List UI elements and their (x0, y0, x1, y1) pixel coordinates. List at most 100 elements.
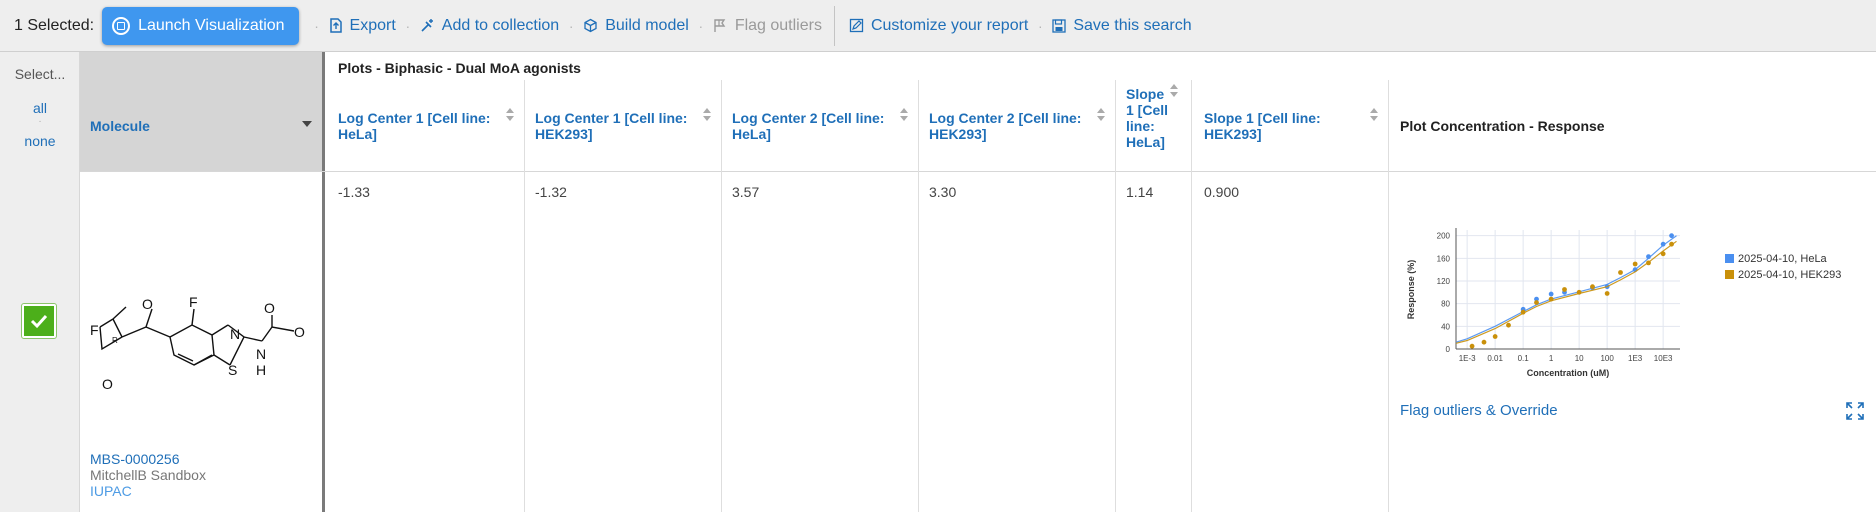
visualization-icon (112, 16, 131, 35)
add-collection-icon (421, 19, 433, 32)
atom-label: S (228, 362, 237, 378)
cube-icon (584, 18, 597, 33)
data-point[interactable] (1506, 322, 1511, 328)
legend-label[interactable]: 2025-04-10, HEK293 (1738, 269, 1841, 281)
column-divider (1388, 80, 1389, 512)
export-button[interactable]: Export (323, 17, 402, 35)
toolbar-divider (833, 5, 835, 46)
molecule-id-link[interactable]: MBS-0000256 (90, 451, 180, 467)
cell-slope-1-hela: 1.14 (1126, 184, 1154, 200)
column-divider (1115, 80, 1116, 512)
sort-icon[interactable] (703, 108, 713, 122)
data-point[interactable] (1548, 296, 1554, 302)
customize-report-label: Customize your report (870, 16, 1029, 34)
molecule-column-header[interactable]: Molecule (80, 52, 324, 172)
legend-swatch (1725, 270, 1734, 279)
data-point[interactable] (1618, 270, 1623, 275)
data-point[interactable] (1669, 233, 1674, 239)
select-column: Select... all · none (0, 52, 80, 512)
select-all-link[interactable]: all (0, 100, 80, 116)
select-none-link[interactable]: none (0, 133, 80, 149)
column-header-log-center-1-hek293[interactable]: Log Center 1 [Cell line: HEK293] (535, 110, 705, 142)
sort-icon[interactable] (900, 108, 910, 122)
x-tick-label: 0.01 (1487, 354, 1503, 363)
customize-report-button[interactable]: Customize your report (843, 17, 1034, 35)
data-point[interactable] (1632, 261, 1638, 267)
y-tick-label: 200 (1437, 232, 1451, 241)
column-header-log-center-2-hek293[interactable]: Log Center 2 [Cell line: HEK293] (929, 110, 1099, 142)
data-point[interactable] (1534, 300, 1539, 305)
data-point[interactable] (1604, 291, 1610, 296)
y-tick-label: 80 (1441, 300, 1450, 309)
iupac-link[interactable]: IUPAC (90, 483, 132, 499)
data-point[interactable] (1646, 254, 1651, 260)
column-header-log-center-1-hela[interactable]: Log Center 1 [Cell line: HeLa] (338, 110, 508, 142)
data-point[interactable] (1548, 291, 1554, 297)
results-grid: Select... all · none Molecule Plots - Bi… (0, 52, 1876, 512)
atom-label: N (256, 346, 266, 362)
legend-label[interactable]: 2025-04-10, HeLa (1738, 253, 1828, 265)
data-point[interactable] (1646, 260, 1651, 266)
sort-icon[interactable] (1170, 84, 1180, 98)
sort-icon[interactable] (1097, 108, 1107, 122)
sort-icon[interactable] (1370, 108, 1380, 122)
data-point[interactable] (1469, 343, 1475, 349)
molecule-project: MitchellB Sandbox (90, 467, 206, 483)
separator-dot: · (568, 17, 574, 34)
expand-icon[interactable] (1846, 402, 1864, 420)
separator-dot: · (698, 17, 704, 34)
build-model-button[interactable]: Build model (577, 17, 695, 35)
atom-label: F (90, 322, 99, 338)
y-tick-label: 40 (1441, 322, 1450, 331)
x-axis-label: Concentration (uM) (1527, 368, 1610, 378)
flag-outliers-override-link[interactable]: Flag outliers & Override (1400, 402, 1558, 419)
data-point[interactable] (1576, 289, 1582, 295)
add-to-collection-label: Add to collection (441, 16, 560, 34)
flag-outliers-button[interactable]: Flag outliers (707, 17, 828, 35)
molecule-structure[interactable]: F O F N S N H O O O R (88, 257, 318, 407)
x-tick-label: 1E-3 (1459, 354, 1476, 363)
sort-desc-icon[interactable] (302, 121, 312, 127)
flag-icon (714, 19, 726, 32)
separator-dot: · (405, 17, 411, 34)
cell-slope-1-hek293: 0.900 (1204, 184, 1240, 200)
edit-report-icon (849, 18, 864, 33)
data-point[interactable] (1562, 287, 1567, 292)
x-tick-label: 10 (1575, 354, 1584, 363)
y-tick-label: 0 (1446, 345, 1451, 354)
select-separator: · (38, 116, 42, 127)
atom-label: F (189, 294, 198, 310)
y-tick-label: 120 (1437, 277, 1451, 286)
cell-log-center-2-hela: 3.57 (732, 184, 760, 200)
add-to-collection-button[interactable]: Add to collection (414, 17, 565, 35)
atom-label: O (102, 376, 113, 392)
column-header-log-center-2-hela[interactable]: Log Center 2 [Cell line: HeLa] (732, 110, 902, 142)
data-point[interactable] (1590, 284, 1595, 290)
select-header[interactable]: Select... (0, 66, 80, 82)
checkmark-icon (30, 314, 48, 329)
data-point[interactable] (1669, 241, 1674, 247)
save-search-button[interactable]: Save this search (1046, 17, 1197, 35)
column-header-slope-1-hek293[interactable]: Slope 1 [Cell line: HEK293] (1204, 110, 1374, 142)
header-bottom-border (80, 171, 1876, 172)
atom-label: O (142, 296, 153, 312)
concentration-response-chart[interactable]: 0 40 80 120 160 200 1E-3 0.01 0.1 1 10 100 1E3 10E3 Co… (1396, 200, 1866, 400)
export-label: Export (349, 16, 396, 34)
column-group-title: Plots - Biphasic - Dual MoA agonists (338, 60, 581, 76)
column-header-slope-1-hela[interactable]: Slope 1 [Cell line: HeLa] (1126, 86, 1174, 150)
launch-visualization-button[interactable]: Launch Visualization (102, 6, 299, 45)
data-point[interactable] (1520, 309, 1526, 315)
column-header-plot: Plot Concentration - Response (1400, 118, 1605, 134)
x-tick-label: 10E3 (1654, 354, 1673, 363)
data-point[interactable] (1492, 334, 1498, 339)
column-divider (721, 80, 722, 512)
data-point[interactable] (1660, 241, 1666, 247)
row-select-checkbox[interactable] (21, 303, 57, 339)
atom-label: N (230, 326, 240, 342)
data-point[interactable] (1481, 339, 1487, 345)
cell-log-center-1-hek293: -1.32 (535, 184, 567, 200)
separator-dot: · (1038, 17, 1043, 34)
data-point[interactable] (1660, 251, 1666, 257)
sort-icon[interactable] (506, 108, 516, 122)
toolbar: 1 Selected: Launch Visualization · Expor… (0, 0, 1876, 52)
